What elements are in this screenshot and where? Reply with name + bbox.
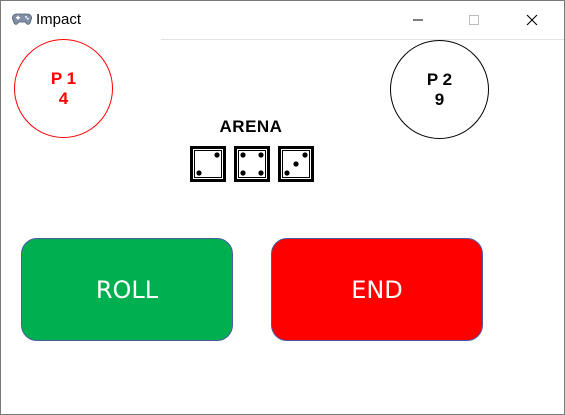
die-pip: [258, 170, 264, 176]
die-pip: [196, 170, 202, 176]
die-pip: [258, 152, 264, 158]
title-divider: [161, 39, 564, 40]
window-title: Impact: [36, 11, 82, 28]
maximize-icon: [469, 15, 479, 25]
app-window: Impact P 1 4 P 2 9 ARENA ROLL END: [0, 0, 565, 415]
player-1-label: P 1: [50, 68, 77, 88]
gamepad-icon: [12, 12, 32, 26]
end-button-label: END: [351, 275, 403, 304]
end-button[interactable]: END: [271, 238, 483, 341]
minimize-button[interactable]: [395, 1, 441, 39]
title-bar[interactable]: Impact: [1, 1, 564, 39]
roll-button-label: ROLL: [95, 275, 159, 304]
die-1: [190, 146, 226, 182]
close-icon: [526, 14, 538, 26]
die-pip: [214, 152, 220, 158]
player-2-badge: P 2 9: [390, 40, 489, 139]
maximize-button[interactable]: [451, 1, 497, 39]
player-2-label: P 2: [426, 69, 453, 89]
die-2: [234, 146, 270, 182]
die-pip: [284, 170, 290, 176]
close-button[interactable]: [509, 1, 555, 39]
die-pip: [240, 170, 246, 176]
arena-label: ARENA: [219, 117, 283, 136]
die-pip: [293, 161, 299, 167]
player-1-badge: P 1 4: [14, 39, 113, 138]
die-pip: [302, 152, 308, 158]
player-2-score: 9: [434, 89, 445, 109]
die-pip: [240, 152, 246, 158]
roll-button[interactable]: ROLL: [21, 238, 233, 341]
minimize-icon: [413, 19, 423, 21]
player-1-score: 4: [58, 88, 69, 108]
die-3: [278, 146, 314, 182]
